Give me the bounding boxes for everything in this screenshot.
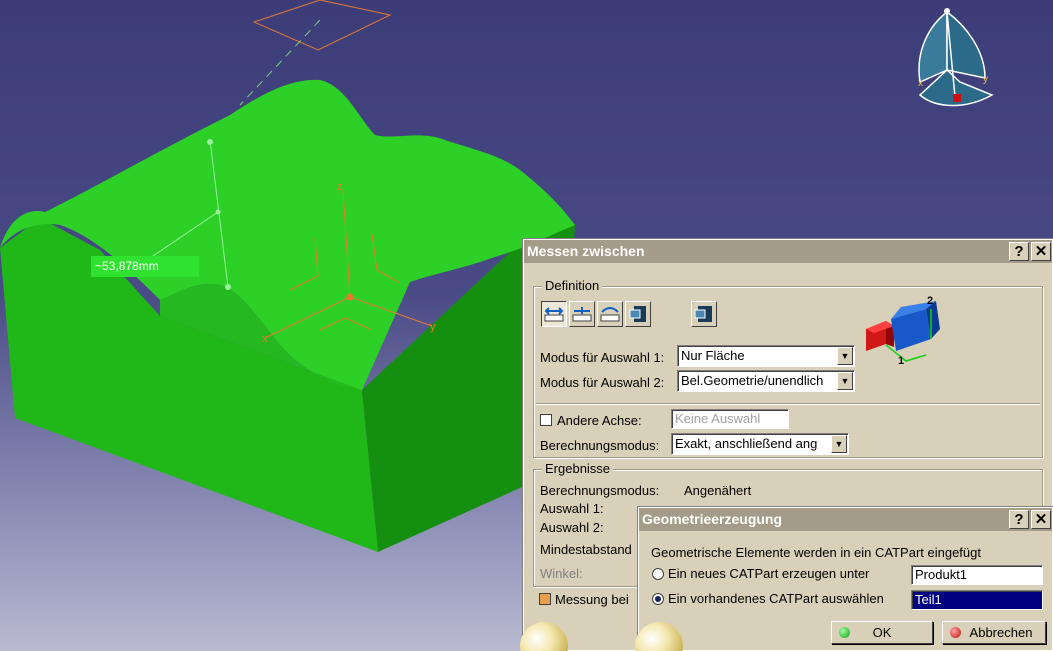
definition-group-title: Definition — [542, 278, 603, 293]
other-axis-checkbox[interactable] — [540, 414, 552, 426]
cancel-icon — [950, 627, 961, 638]
definition-separator — [536, 403, 1040, 405]
results-calc-mode-value: Angenähert — [684, 483, 752, 498]
mode2-value: Bel.Geometrie/unendlich — [681, 373, 824, 388]
close-button[interactable]: ✕ — [1031, 242, 1051, 261]
results-group-title: Ergebnisse — [542, 461, 614, 476]
close-button[interactable]: ✕ — [1031, 510, 1051, 529]
ok-button[interactable]: OK — [831, 621, 933, 644]
calc-mode-label: Berechnungsmodus: — [540, 438, 660, 453]
measure-dialog-titlebar[interactable]: Messen zwischen ? ✕ — [524, 240, 1052, 263]
ok-icon — [839, 627, 850, 638]
geo-dialog-title: Geometrieerzeugung — [642, 511, 783, 527]
preview-label-two: 2 — [927, 295, 934, 307]
results-angle-label: Winkel: — [540, 566, 583, 581]
existing-catpart-field[interactable]: Teil1 — [911, 590, 1043, 610]
existing-catpart-label: Ein vorhandenes CATPart auswählen — [668, 591, 884, 606]
help-button[interactable]: ? — [1009, 510, 1029, 529]
keep-measure-checkbox[interactable] — [539, 593, 551, 605]
other-axis-label: Andere Achse: — [557, 413, 642, 428]
compass-y-label: y — [983, 74, 988, 85]
measure-point-bottom — [225, 284, 231, 290]
calc-mode-select[interactable]: Exakt, anschließend ang ▼ — [671, 433, 849, 455]
results-calc-mode-label: Berechnungsmodus: — [540, 483, 660, 498]
preview-label-one: 1 — [898, 355, 905, 367]
chevron-down-icon[interactable]: ▼ — [831, 435, 847, 453]
compass-icon — [918, 8, 994, 107]
axis-label-y: y — [430, 321, 436, 333]
measure-edit-icon[interactable] — [625, 301, 651, 327]
catia-logo-icon — [635, 622, 683, 651]
axis-label-z: z — [337, 181, 343, 193]
mode1-label: Modus für Auswahl 1: — [540, 350, 665, 365]
keep-measure-label: Messung bei — [555, 592, 629, 607]
definition-group: Definition 1 2 Modus für Auswahl 1: Nur … — [533, 278, 1043, 458]
geometry-creation-dialog: Geometrieerzeugung ? ✕ Geometrische Elem… — [635, 506, 1053, 651]
measure-point-top — [207, 139, 213, 145]
cancel-button[interactable]: Abbrechen — [942, 621, 1046, 644]
results-selection1-label: Auswahl 1: — [540, 501, 604, 516]
results-selection2-label: Auswahl 2: — [540, 520, 604, 535]
geo-info-text: Geometrische Elemente werden in ein CATP… — [651, 545, 981, 560]
new-catpart-field[interactable]: Produkt1 — [911, 565, 1043, 585]
mode2-label: Modus für Auswahl 2: — [540, 375, 665, 390]
geo-dialog-titlebar[interactable]: Geometrieerzeugung ? ✕ — [639, 508, 1052, 531]
ok-label: OK — [872, 625, 892, 640]
measure-chain-icon[interactable] — [569, 301, 595, 327]
existing-catpart-radio[interactable] — [652, 593, 664, 605]
new-catpart-radio[interactable] — [652, 568, 664, 580]
compass-x-label: x — [918, 78, 923, 89]
catia-logo-icon — [520, 622, 568, 651]
measure-toolbar — [541, 301, 721, 329]
mode2-select[interactable]: Bel.Geometrie/unendlich ▼ — [677, 370, 855, 392]
measure-item-icon[interactable] — [691, 301, 717, 327]
mode1-select[interactable]: Nur Fläche ▼ — [677, 345, 855, 367]
calc-mode-value: Exakt, anschließend ang — [675, 436, 818, 451]
mode1-value: Nur Fläche — [681, 348, 745, 363]
help-button[interactable]: ? — [1009, 242, 1029, 261]
measure-between-icon[interactable] — [541, 301, 567, 327]
chevron-down-icon[interactable]: ▼ — [837, 347, 853, 365]
results-min-distance-label: Mindestabstand — [540, 542, 632, 557]
cancel-label: Abbrechen — [969, 625, 1033, 640]
measure-fan-icon[interactable] — [597, 301, 623, 327]
reference-plane — [252, 0, 392, 51]
measure-dialog-title: Messen zwischen — [527, 243, 645, 259]
other-axis-field[interactable]: Keine Auswahl — [671, 409, 789, 429]
axis-label-x: x — [262, 333, 268, 345]
measurement-label[interactable]: ~53,878mm — [91, 256, 199, 277]
measure-preview-icon — [866, 301, 940, 362]
measure-point-mid — [215, 209, 221, 215]
new-catpart-label: Ein neues CATPart erzeugen unter — [668, 566, 870, 581]
chevron-down-icon[interactable]: ▼ — [837, 372, 853, 390]
